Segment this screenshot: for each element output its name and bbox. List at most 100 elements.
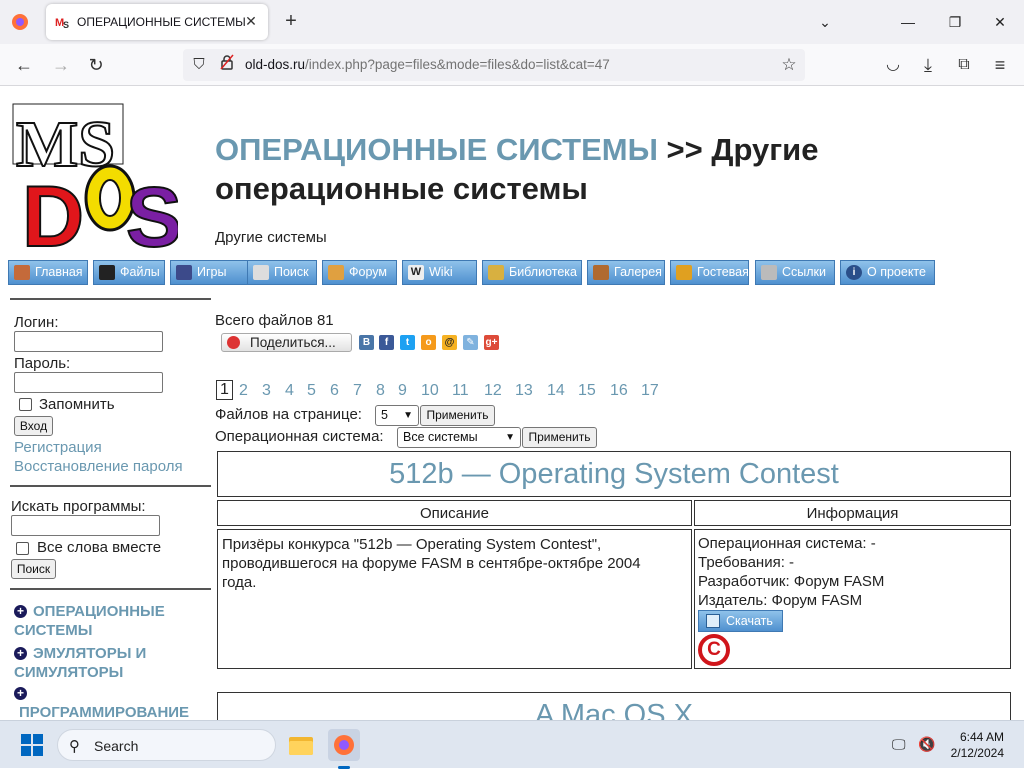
expand-plus-icon[interactable]: +: [14, 605, 27, 618]
per-page-select[interactable]: 5 ▼: [375, 405, 419, 426]
password-input[interactable]: [14, 372, 163, 393]
downloads-icon[interactable]: ⤓: [916, 53, 940, 77]
tab-active[interactable]: MS ОПЕРАЦИОННЫЕ СИСТЕМЫ >> Други ✕: [46, 4, 268, 40]
clock[interactable]: 6:44 AM 2/12/2024: [946, 729, 1004, 761]
page-link[interactable]: 10: [421, 382, 439, 400]
category-operating-systems[interactable]: + ОПЕРАЦИОННЫЕ СИСТЕМЫ: [14, 602, 209, 640]
share-button[interactable]: Поделиться...: [221, 333, 352, 352]
odnoklassniki-icon[interactable]: o: [421, 335, 436, 350]
next-program-title-cell: A Mac OS X: [217, 692, 1011, 720]
page-link[interactable]: 14: [547, 382, 565, 400]
page-link[interactable]: 2: [239, 382, 248, 400]
menu-wiki[interactable]: W Wiki: [402, 260, 477, 285]
restore-icon[interactable]: ❐: [945, 12, 965, 32]
info-developer: Разработчик: Форум FASM: [698, 573, 885, 590]
url-text[interactable]: old-dos.ru/index.php?page=files&mode=fil…: [245, 57, 610, 72]
page-link[interactable]: 9: [398, 382, 407, 400]
search-programs-button[interactable]: Поиск: [11, 559, 56, 579]
page-link[interactable]: 7: [353, 382, 362, 400]
forward-icon[interactable]: →: [49, 53, 73, 77]
page-link[interactable]: 4: [285, 382, 294, 400]
facebook-icon[interactable]: f: [379, 335, 394, 350]
link-icon: [761, 265, 777, 280]
volume-muted-icon[interactable]: 🔇: [918, 736, 935, 753]
login-button[interactable]: Вход: [14, 416, 53, 436]
category-programming[interactable]: + ПРОГРАММИРОВАНИЕ: [14, 684, 214, 720]
menu-label: Форум: [349, 265, 387, 279]
menu-links[interactable]: Ссылки: [755, 260, 835, 285]
back-icon[interactable]: ←: [12, 53, 36, 77]
menu-icon[interactable]: ≡: [988, 53, 1012, 77]
program-description: Призёры конкурса "512b — Operating Syste…: [222, 536, 641, 591]
pocket-icon[interactable]: ◡: [881, 53, 905, 77]
menu-about[interactable]: i О проекте: [840, 260, 935, 285]
taskbar-search[interactable]: ⚲ Search: [57, 729, 276, 761]
page-link[interactable]: 5: [307, 382, 316, 400]
reload-icon[interactable]: ↻: [84, 53, 108, 77]
page-link[interactable]: 17: [641, 382, 659, 400]
minimize-icon[interactable]: —: [898, 12, 918, 32]
expand-plus-icon[interactable]: +: [14, 647, 27, 660]
page-link[interactable]: 8: [376, 382, 385, 400]
download-button[interactable]: Скачать: [698, 610, 783, 632]
remember-checkbox[interactable]: [19, 398, 32, 411]
close-window-icon[interactable]: ✕: [990, 12, 1010, 32]
twitter-icon[interactable]: t: [400, 335, 415, 350]
register-link[interactable]: Регистрация: [14, 439, 102, 456]
windows-start-icon[interactable]: [21, 734, 43, 756]
file-explorer-icon[interactable]: [285, 729, 317, 761]
page-link[interactable]: 12: [484, 382, 502, 400]
menu-guestbook[interactable]: Гостевая: [670, 260, 749, 285]
next-program-title[interactable]: A Mac OS X: [218, 699, 1010, 720]
page-link[interactable]: 16: [610, 382, 628, 400]
divider: [10, 298, 211, 300]
network-icon[interactable]: 🖵: [892, 736, 906, 753]
livejournal-icon[interactable]: ✎: [463, 335, 478, 350]
mailru-icon[interactable]: @: [442, 335, 457, 350]
category-emulators[interactable]: + ЭМУЛЯТОРЫ И СИМУЛЯТОРЫ: [14, 644, 209, 682]
firefox-taskbar-icon[interactable]: [328, 729, 360, 769]
shield-icon[interactable]: ⛉: [187, 53, 211, 77]
page-link[interactable]: 6: [330, 382, 339, 400]
svg-text:D: D: [22, 169, 84, 259]
taskbar: ⚲ Search 🖵 🔇 6:44 AM 2/12/2024: [0, 720, 1024, 769]
menu-label: Библиотека: [509, 265, 577, 279]
ms-dos-logo[interactable]: MS D S: [8, 94, 183, 266]
os-filter-select[interactable]: Все системы ▼: [397, 427, 521, 448]
address-bar[interactable]: ⛉ old-dos.ru/index.php?page=files&mode=f…: [183, 49, 805, 81]
per-page-label: Файлов на странице:: [215, 406, 362, 423]
menu-forum[interactable]: Форум: [322, 260, 397, 285]
menu-library[interactable]: Библиотека: [482, 260, 582, 285]
svg-text:S: S: [126, 170, 178, 259]
all-words-checkbox[interactable]: [16, 542, 29, 555]
page-link[interactable]: 13: [515, 382, 533, 400]
expand-plus-icon[interactable]: +: [14, 687, 27, 700]
category-label: ОПЕРАЦИОННЫЕ СИСТЕМЫ: [14, 603, 165, 639]
login-input[interactable]: [14, 331, 163, 352]
menu-gallery[interactable]: Галерея: [587, 260, 665, 285]
apply-per-page-button[interactable]: Применить: [420, 405, 495, 426]
menu-search[interactable]: Поиск: [247, 260, 317, 285]
menu-label: Wiki: [429, 265, 453, 279]
lock-icon[interactable]: [215, 53, 239, 77]
google-plus-icon[interactable]: g+: [484, 335, 499, 350]
page-link[interactable]: 3: [262, 382, 271, 400]
menu-label: Игры: [197, 265, 227, 279]
apply-os-filter-button[interactable]: Применить: [522, 427, 597, 448]
breadcrumb-os-link[interactable]: ОПЕРАЦИОННЫЕ СИСТЕМЫ: [215, 132, 658, 167]
page-link[interactable]: 11: [452, 382, 469, 400]
list-all-tabs-icon[interactable]: ⌄: [815, 12, 835, 32]
search-programs-input[interactable]: [11, 515, 160, 536]
menu-home[interactable]: Главная: [8, 260, 88, 285]
bookmark-star-icon[interactable]: ☆: [777, 53, 801, 77]
new-tab-icon[interactable]: +: [280, 11, 302, 33]
menu-games[interactable]: Игры: [170, 260, 249, 285]
page-link[interactable]: 15: [578, 382, 596, 400]
firefox-view-icon[interactable]: [8, 10, 32, 34]
menu-files[interactable]: Файлы: [93, 260, 165, 285]
program-title[interactable]: 512b — Operating System Contest: [218, 458, 1010, 491]
extensions-icon[interactable]: ⧉: [952, 53, 976, 77]
restore-password-link[interactable]: Восстановление пароля: [14, 458, 183, 475]
tab-close-icon[interactable]: ✕: [243, 13, 259, 29]
vk-icon[interactable]: B: [359, 335, 374, 350]
